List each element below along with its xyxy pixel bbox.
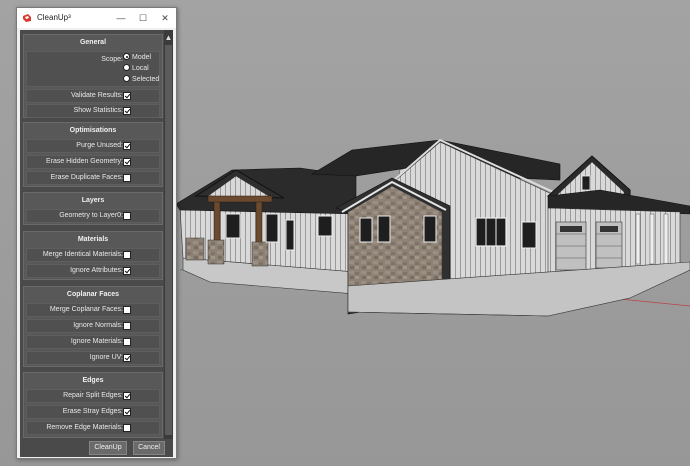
geometry-layer0-label: Geometry to Layer0: <box>59 212 123 219</box>
remove-edge-materials-row: Remove Edge Materials: <box>26 421 160 435</box>
ignore-attributes-checkbox[interactable] <box>123 267 131 275</box>
repair-split-row: Repair Split Edges: <box>26 389 160 403</box>
erase-hidden-checkbox[interactable] <box>123 158 131 166</box>
ignore-normals-checkbox[interactable] <box>123 322 131 330</box>
show-statistics-row: Show Statistics: <box>26 104 160 118</box>
section-heading-edges: Edges <box>82 377 104 384</box>
options-scroll-area[interactable]: General Scope: Model Local Selected Vali… <box>20 30 173 439</box>
merge-identical-row: Merge Identical Materials: <box>26 248 160 262</box>
purge-unused-label: Purge Unused: <box>76 142 123 149</box>
erase-stray-checkbox[interactable] <box>123 408 131 416</box>
sketchup-red-icon <box>23 14 31 22</box>
section-coplanar-faces: Coplanar Faces Merge Coplanar Faces: Ign… <box>23 286 163 367</box>
ignore-materials-label: Ignore Materials: <box>70 338 123 345</box>
radio-selected[interactable] <box>123 75 130 82</box>
show-statistics-label: Show Statistics: <box>73 107 123 114</box>
section-optimisations: Optimisations Purge Unused: Erase Hidden… <box>23 122 163 187</box>
erase-hidden-row: Erase Hidden Geometry: <box>26 155 160 169</box>
ignore-materials-row: Ignore Materials: <box>26 335 160 349</box>
scope-row: Scope: Model Local Selected <box>26 51 160 87</box>
repair-split-label: Repair Split Edges: <box>63 392 123 399</box>
ignore-normals-row: Ignore Normals: <box>26 319 160 333</box>
scope-option-selected-label: Selected <box>132 76 160 83</box>
ignore-normals-label: Ignore Normals: <box>73 322 123 329</box>
scope-label: Scope: <box>101 56 123 63</box>
cleanup-dialog: CleanUp³ — ☐ ✕ General Scope: Model Loca… <box>16 7 177 459</box>
ignore-uv-checkbox[interactable] <box>123 354 131 362</box>
dialog-body: General Scope: Model Local Selected Vali… <box>20 30 173 457</box>
validate-results-checkbox[interactable] <box>123 92 131 100</box>
erase-duplicate-row: Erase Duplicate Faces: <box>26 171 160 185</box>
validate-results-label: Validate Results: <box>70 92 123 99</box>
erase-duplicate-checkbox[interactable] <box>123 174 131 182</box>
radio-model[interactable] <box>123 53 130 60</box>
scope-option-local[interactable]: Local <box>123 64 149 74</box>
scope-option-model[interactable]: Model <box>123 53 151 63</box>
title-bar[interactable]: CleanUp³ — ☐ ✕ <box>17 8 176 28</box>
ignore-uv-row: Ignore UV: <box>26 351 160 365</box>
geometry-layer0-checkbox[interactable] <box>123 212 131 220</box>
close-button[interactable]: ✕ <box>154 8 176 28</box>
merge-coplanar-row: Merge Coplanar Faces: <box>26 303 160 317</box>
erase-stray-row: Erase Stray Edges: <box>26 405 160 419</box>
section-layers: Layers Geometry to Layer0: <box>23 192 163 225</box>
vertical-scrollbar[interactable]: ▲ <box>164 30 173 439</box>
scroll-up-icon[interactable]: ▲ <box>164 33 173 43</box>
section-general: General Scope: Model Local Selected Vali… <box>23 34 163 118</box>
ignore-materials-checkbox[interactable] <box>123 338 131 346</box>
erase-stray-label: Erase Stray Edges: <box>62 408 123 415</box>
section-edges: Edges Repair Split Edges: Erase Stray Ed… <box>23 372 163 438</box>
minimize-button[interactable]: — <box>110 8 132 28</box>
merge-coplanar-checkbox[interactable] <box>123 306 131 314</box>
scope-option-model-label: Model <box>132 54 152 61</box>
cancel-button[interactable]: Cancel <box>133 441 165 455</box>
dialog-footer: CleanUp Cancel <box>20 439 173 457</box>
section-materials: Materials Merge Identical Materials: Ign… <box>23 231 163 280</box>
erase-hidden-label: Erase Hidden Geometry: <box>45 158 123 165</box>
purge-unused-row: Purge Unused: <box>26 139 160 153</box>
purge-unused-checkbox[interactable] <box>123 142 131 150</box>
scope-option-local-label: Local <box>132 65 149 72</box>
validate-results-row: Validate Results: <box>26 89 160 103</box>
merge-identical-label: Merge Identical Materials: <box>42 251 123 258</box>
scroll-thumb[interactable] <box>165 45 172 435</box>
remove-edge-materials-checkbox[interactable] <box>123 424 131 432</box>
ignore-attributes-row: Ignore Attributes: <box>26 264 160 278</box>
remove-edge-materials-label: Remove Edge Materials: <box>46 424 123 431</box>
erase-duplicate-label: Erase Duplicate Faces: <box>50 174 123 181</box>
radio-local[interactable] <box>123 64 130 71</box>
section-heading-layers: Layers <box>81 197 105 204</box>
ignore-attributes-label: Ignore Attributes: <box>70 267 123 274</box>
merge-identical-checkbox[interactable] <box>123 251 131 259</box>
merge-coplanar-label: Merge Coplanar Faces: <box>49 306 123 313</box>
geometry-layer0-row: Geometry to Layer0: <box>26 209 160 223</box>
show-statistics-checkbox[interactable] <box>123 107 131 115</box>
section-heading-optimisations: Optimisations <box>69 127 117 134</box>
section-heading-general: General <box>79 39 107 46</box>
section-heading-coplanar: Coplanar Faces <box>66 291 120 298</box>
maximize-button[interactable]: ☐ <box>132 8 154 28</box>
ignore-uv-label: Ignore UV: <box>89 354 123 361</box>
window-title: CleanUp³ <box>37 13 71 22</box>
section-heading-materials: Materials <box>77 236 109 243</box>
scope-option-selected[interactable]: Selected <box>123 75 159 85</box>
cleanup-button[interactable]: CleanUp <box>89 441 127 455</box>
repair-split-checkbox[interactable] <box>123 392 131 400</box>
